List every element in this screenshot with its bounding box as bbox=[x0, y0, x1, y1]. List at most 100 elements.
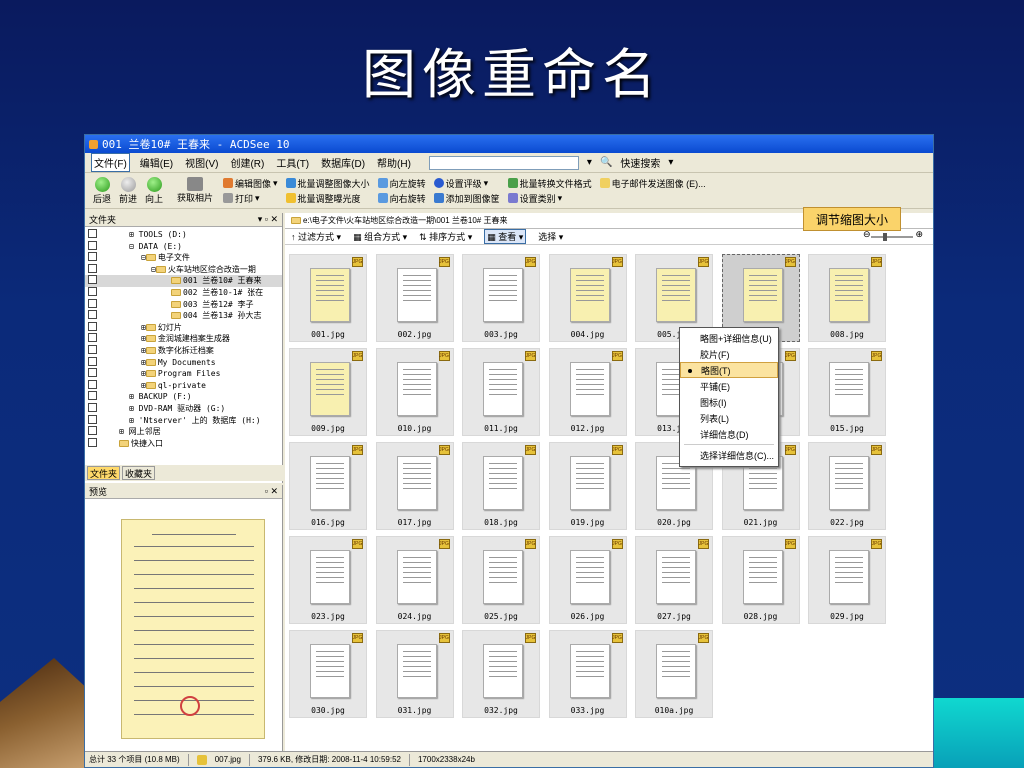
tree-item[interactable]: ⊞ DVD-RAM 驱动器 (G:) bbox=[85, 402, 282, 415]
tab-folders[interactable]: 文件夹 bbox=[87, 466, 121, 480]
tab-favorites[interactable]: 收藏夹 bbox=[122, 466, 156, 480]
thumbnail-item[interactable]: JPG 031.jpg bbox=[375, 630, 454, 718]
thumbnail-item[interactable]: JPG 002.jpg bbox=[375, 254, 454, 342]
view-option-icons[interactable]: 图标(I) bbox=[680, 394, 778, 410]
tree-item[interactable]: ⊞ 网上邻居 bbox=[85, 426, 282, 438]
thumbnail-item[interactable]: JPG 010a.jpg bbox=[635, 630, 713, 718]
group-button[interactable]: ▦ 组合方式 ▾ bbox=[353, 230, 407, 243]
thumbnail-item[interactable]: JPG 030.jpg bbox=[289, 630, 367, 718]
thumbnail-size-slider[interactable]: ⊖ ⊕ bbox=[863, 229, 923, 241]
view-option-list[interactable]: 列表(L) bbox=[680, 410, 778, 426]
thumbnail-item[interactable]: JPG 010.jpg bbox=[375, 348, 454, 436]
set-rating-button[interactable]: 设置评级 ▾ bbox=[433, 176, 500, 190]
thumbnail-item[interactable]: JPG 023.jpg bbox=[289, 536, 367, 624]
thumbnail-item[interactable]: JPG 022.jpg bbox=[808, 442, 886, 530]
zoom-in-icon[interactable]: ⊕ bbox=[915, 229, 923, 240]
checkbox[interactable] bbox=[88, 240, 97, 250]
checkbox[interactable] bbox=[88, 379, 97, 389]
tree-item[interactable]: 002 兰卷10-1# 张在 bbox=[85, 286, 282, 299]
thumbnail-item[interactable]: JPG 028.jpg bbox=[721, 536, 800, 624]
checkbox[interactable] bbox=[88, 263, 97, 273]
checkbox[interactable] bbox=[88, 298, 97, 308]
tree-item[interactable]: ⊞ 金润城建档案生成器 bbox=[85, 333, 282, 345]
thumbnail-item[interactable]: JPG 019.jpg bbox=[548, 442, 627, 530]
slider-handle[interactable] bbox=[883, 233, 887, 241]
thumbnail-item[interactable]: JPG 018.jpg bbox=[462, 442, 540, 530]
batch-convert-button[interactable]: 批量转换文件格式 bbox=[507, 176, 592, 190]
email-images-button[interactable]: 电子邮件发送图像 (E)... bbox=[599, 176, 706, 190]
checkbox[interactable] bbox=[88, 344, 97, 354]
tree-item[interactable]: 003 兰卷12# 李子 bbox=[85, 298, 282, 311]
thumbnail-item[interactable]: JPG 029.jpg bbox=[808, 536, 886, 624]
checkbox[interactable] bbox=[88, 356, 97, 366]
tree-item[interactable]: ⊞ 幻灯片 bbox=[85, 321, 282, 334]
tree-item[interactable]: ⊞ My Documents bbox=[85, 356, 282, 369]
chevron-down-icon[interactable]: ▾ bbox=[587, 157, 592, 168]
tree-item[interactable]: ⊞ TOOLS (D:) bbox=[85, 229, 282, 241]
view-option-thumbs-details[interactable]: 略图+详细信息(U) bbox=[680, 330, 778, 346]
menu-file[interactable]: 文件(F) bbox=[91, 153, 130, 172]
checkbox[interactable] bbox=[88, 391, 97, 401]
menu-database[interactable]: 数据库(D) bbox=[319, 154, 367, 171]
menu-help[interactable]: 帮助(H) bbox=[375, 154, 413, 171]
thumbnail-item[interactable]: JPG 024.jpg bbox=[375, 536, 454, 624]
thumbnail-item[interactable]: JPG 033.jpg bbox=[548, 630, 627, 718]
select-button[interactable]: 选择 ▾ bbox=[538, 230, 563, 243]
forward-button[interactable]: 前进 bbox=[115, 176, 141, 205]
thumbnail-item[interactable]: JPG 032.jpg bbox=[462, 630, 540, 718]
tree-item[interactable]: ⊟ 火车站地区综合改造一期 bbox=[85, 263, 282, 276]
tree-item[interactable]: ⊞ BACKUP (F:) bbox=[85, 391, 282, 403]
set-category-button[interactable]: 设置类别 ▾ bbox=[507, 191, 592, 205]
batch-resize-button[interactable]: 批量调整图像大小 bbox=[285, 176, 370, 190]
checkbox[interactable] bbox=[88, 333, 97, 343]
thumbnail-item[interactable]: JPG 026.jpg bbox=[548, 536, 627, 624]
tree-item[interactable]: ⊟ DATA (E:) bbox=[85, 240, 282, 253]
tree-item[interactable]: ⊞ ql-private bbox=[85, 379, 282, 392]
tree-item[interactable]: ⊞ Program Files bbox=[85, 368, 282, 380]
chevron-down-icon[interactable]: ▾ bbox=[668, 157, 673, 168]
thumbnail-item[interactable]: JPG 008.jpg bbox=[808, 254, 886, 342]
sort-button[interactable]: ⇅ 排序方式 ▾ bbox=[419, 230, 472, 243]
pane-controls[interactable]: ▫ ✕ bbox=[265, 486, 278, 497]
thumbnail-item[interactable]: JPG 017.jpg bbox=[375, 442, 454, 530]
thumbnail-item[interactable]: JPG 009.jpg bbox=[289, 348, 367, 436]
checkbox[interactable] bbox=[88, 368, 97, 378]
thumbnail-item[interactable]: JPG 004.jpg bbox=[548, 254, 627, 342]
thumbnail-item[interactable]: JPG 015.jpg bbox=[808, 348, 886, 436]
quick-search-input[interactable] bbox=[428, 155, 579, 170]
checkbox[interactable] bbox=[88, 252, 97, 262]
checkbox[interactable] bbox=[88, 275, 97, 285]
checkbox[interactable] bbox=[88, 310, 97, 320]
back-button[interactable]: 后退 bbox=[89, 176, 115, 205]
checkbox[interactable] bbox=[88, 229, 97, 238]
menu-create[interactable]: 创建(R) bbox=[228, 154, 266, 171]
rotate-right-button[interactable]: 向右旋转 bbox=[377, 191, 426, 205]
tree-item[interactable]: ⊟ 电子文件 bbox=[85, 252, 282, 264]
menu-tools[interactable]: 工具(T) bbox=[274, 154, 311, 171]
menu-edit[interactable]: 编辑(E) bbox=[138, 154, 175, 171]
filter-button[interactable]: ↑ 过滤方式 ▾ bbox=[291, 230, 341, 243]
checkbox[interactable] bbox=[88, 402, 97, 412]
choose-details-option[interactable]: 选择详细信息(C)... bbox=[680, 447, 778, 463]
thumbnail-item[interactable]: JPG 025.jpg bbox=[462, 536, 540, 624]
tree-item[interactable]: ⊞ 数字化拆迁档案 bbox=[85, 344, 282, 357]
pane-controls[interactable]: ▾ ▫ ✕ bbox=[258, 214, 278, 225]
tree-item[interactable]: 快捷入口 bbox=[85, 437, 282, 450]
quick-search-button[interactable]: 快速搜索 bbox=[620, 155, 660, 170]
thumbnail-item[interactable]: JPG 027.jpg bbox=[635, 536, 713, 624]
up-button[interactable]: 向上 bbox=[141, 176, 167, 205]
view-option-tiles[interactable]: 平铺(E) bbox=[680, 378, 778, 394]
thumbnail-item[interactable]: JPG 003.jpg bbox=[462, 254, 540, 342]
checkbox[interactable] bbox=[88, 286, 97, 296]
view-option-filmstrip[interactable]: 胶片(F) bbox=[680, 346, 778, 362]
thumbnail-item[interactable]: JPG 011.jpg bbox=[462, 348, 540, 436]
menu-view[interactable]: 视图(V) bbox=[183, 154, 220, 171]
tree-item[interactable]: ⊞ 'Ntserver' 上的 数据库 (H:) bbox=[85, 414, 282, 427]
print-button[interactable]: 打印 ▾ bbox=[223, 191, 278, 205]
thumbnail-item[interactable]: JPG 012.jpg bbox=[548, 348, 627, 436]
rotate-left-button[interactable]: 向左旋转 bbox=[377, 176, 426, 190]
tree-item[interactable]: 004 兰卷13# 孙大志 bbox=[85, 310, 282, 322]
checkbox[interactable] bbox=[88, 437, 97, 447]
tree-item-selected[interactable]: 001 兰卷10# 王春来 bbox=[85, 275, 282, 287]
thumbnail-item[interactable]: JPG 001.jpg bbox=[289, 254, 367, 342]
